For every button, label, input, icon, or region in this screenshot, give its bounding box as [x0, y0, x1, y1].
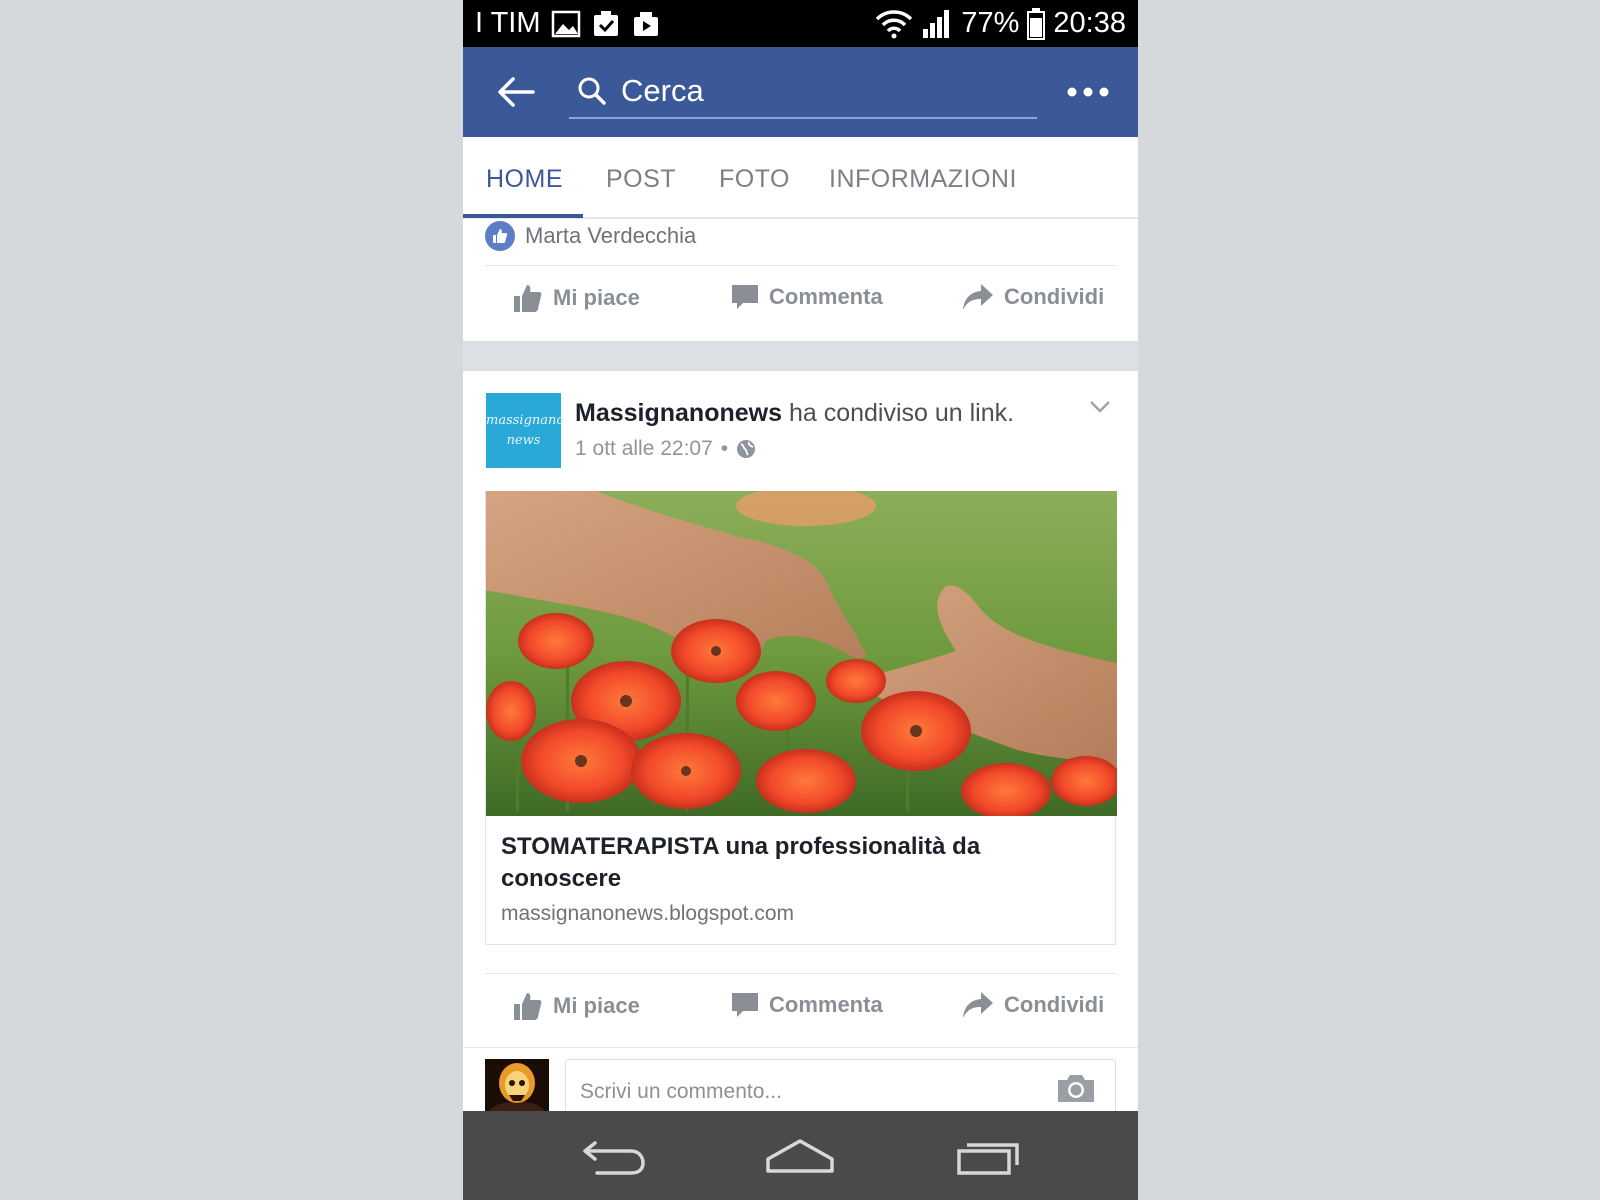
page-avatar[interactable]: massignano news	[486, 393, 565, 468]
avatar-text-line: massignano	[486, 413, 565, 428]
battery-percent: 77%	[961, 7, 1020, 39]
like-label: Mi piace	[553, 285, 640, 310]
camera-icon[interactable]	[1056, 1072, 1096, 1104]
post-meta: 1 ott alle 22:07 •	[575, 437, 756, 461]
more-options-icon[interactable]	[1066, 77, 1110, 107]
nav-home-icon[interactable]	[765, 1137, 835, 1175]
like-summary[interactable]: Marta Verdecchia	[485, 221, 696, 251]
like-button[interactable]: Mi piace	[513, 283, 640, 313]
page-tabs: HOME POST FOTO INFORMAZIONI	[463, 137, 1138, 219]
share-label: Condividi	[1004, 284, 1105, 309]
divider	[463, 1047, 1138, 1048]
search-icon	[578, 77, 606, 105]
meta-separator: •	[720, 437, 729, 460]
share-button[interactable]: Condividi	[962, 283, 1104, 311]
user-avatar[interactable]	[485, 1059, 549, 1115]
like-button[interactable]: Mi piace	[513, 991, 640, 1021]
link-domain: massignanonews.blogspot.com	[501, 902, 794, 925]
clock: 20:38	[1053, 7, 1126, 39]
comment-icon	[732, 993, 758, 1017]
video-notification-icon	[633, 11, 658, 36]
tab-home[interactable]: HOME	[486, 165, 563, 194]
post-timestamp[interactable]: 1 ott alle 22:07	[575, 437, 713, 461]
comment-composer: Scrivi un commento...	[463, 1059, 1138, 1119]
signal-icon	[923, 9, 950, 38]
post-action-text: ha condiviso un link.	[788, 399, 1015, 427]
share-arrow-icon	[963, 284, 993, 310]
like-badge-icon	[485, 221, 515, 251]
comment-input[interactable]: Scrivi un commento...	[565, 1059, 1116, 1119]
post-actions: Mi piace Commenta Condividi	[463, 973, 1138, 1043]
tab-post[interactable]: POST	[606, 165, 676, 194]
comment-button[interactable]: Commenta	[731, 991, 883, 1019]
post-card: massignano news Massignanonews ha condiv…	[463, 371, 1138, 1119]
tab-informazioni[interactable]: INFORMAZIONI	[829, 165, 1017, 194]
comment-label: Commenta	[769, 992, 883, 1017]
chevron-down-icon[interactable]	[1089, 399, 1111, 415]
wifi-icon	[876, 9, 913, 38]
liker-name: Marta Verdecchia	[525, 223, 697, 248]
comment-placeholder: Scrivi un commento...	[580, 1080, 782, 1103]
comment-label: Commenta	[769, 284, 883, 309]
android-navigation-bar	[463, 1111, 1138, 1200]
clipboard-check-icon	[593, 10, 618, 36]
thumbs-up-icon	[514, 285, 542, 312]
thumbs-up-icon	[514, 993, 542, 1020]
post-author[interactable]: Massignanonews	[575, 399, 782, 427]
active-tab-indicator	[463, 214, 583, 218]
status-bar: I TIM 77% 20:38	[463, 0, 1138, 47]
battery-icon	[1027, 7, 1046, 40]
link-image	[486, 491, 1117, 816]
share-label: Condividi	[1004, 992, 1105, 1017]
back-arrow-icon[interactable]	[495, 71, 537, 113]
phone-screen: I TIM 77% 20:38 Cerca HOME POST FOTO INF…	[463, 0, 1138, 1200]
like-label: Mi piace	[553, 993, 640, 1018]
post-header: Massignanonews ha condiviso un link.	[575, 399, 1014, 428]
share-arrow-icon	[963, 992, 993, 1018]
feed-separator	[463, 341, 1138, 371]
app-bar: Cerca	[463, 47, 1138, 137]
link-title: STOMATERAPISTA una professionalità da co…	[501, 833, 981, 892]
share-button[interactable]: Condividi	[962, 991, 1104, 1019]
globe-icon	[737, 440, 756, 458]
search-input-text: Cerca	[621, 73, 704, 108]
carrier-label: I TIM	[475, 7, 541, 39]
post-card: Marta Verdecchia Mi piace Commenta Condi…	[463, 219, 1138, 341]
post-actions: Mi piace Commenta Condividi	[463, 265, 1138, 335]
nav-back-icon[interactable]	[581, 1137, 647, 1175]
nav-recents-icon[interactable]	[957, 1137, 1023, 1175]
tab-foto[interactable]: FOTO	[719, 165, 790, 194]
avatar-text-line: news	[506, 433, 541, 448]
gallery-notification-icon	[551, 10, 580, 37]
comment-button[interactable]: Commenta	[731, 283, 883, 311]
link-preview[interactable]: STOMATERAPISTA una professionalità da co…	[485, 491, 1117, 945]
comment-icon	[732, 285, 758, 309]
search-field[interactable]: Cerca	[569, 67, 1037, 119]
